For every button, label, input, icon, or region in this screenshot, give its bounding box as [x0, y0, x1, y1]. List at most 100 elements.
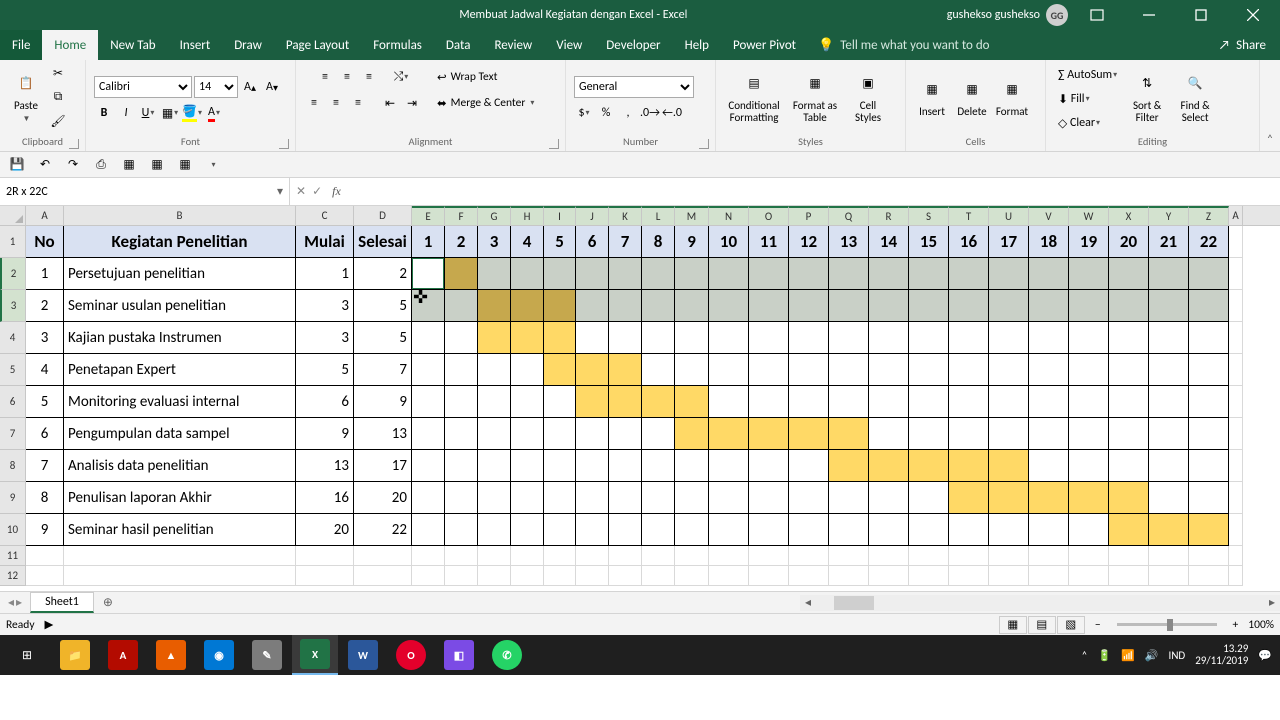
gantt-cell[interactable] — [544, 418, 576, 450]
gantt-cell[interactable] — [412, 322, 445, 354]
gantt-cell[interactable] — [749, 386, 789, 418]
empty-cell[interactable] — [829, 566, 869, 586]
name-box[interactable]: 2R x 22C▾ — [0, 178, 290, 205]
empty-cell[interactable] — [949, 566, 989, 586]
macro-record-icon[interactable]: ▶ — [45, 617, 54, 632]
row-header[interactable]: 4 — [0, 322, 26, 354]
empty-cell[interactable] — [1189, 546, 1229, 566]
day-header-cell[interactable]: 1 — [412, 226, 445, 258]
data-cell[interactable]: 20 — [296, 514, 354, 546]
row-header[interactable]: 11 — [0, 546, 26, 566]
gantt-cell[interactable] — [1069, 386, 1109, 418]
gantt-cell[interactable] — [869, 418, 909, 450]
gantt-cell[interactable] — [1149, 322, 1189, 354]
gantt-cell[interactable] — [869, 354, 909, 386]
gantt-cell[interactable] — [576, 322, 609, 354]
formula-input[interactable] — [351, 178, 1280, 205]
gantt-cell[interactable] — [949, 258, 989, 290]
gantt-cell[interactable] — [642, 450, 675, 482]
qat-button-1[interactable]: ⎙ — [90, 155, 112, 175]
gantt-cell[interactable] — [1029, 290, 1069, 322]
gantt-cell[interactable] — [789, 386, 829, 418]
gantt-cell[interactable] — [675, 450, 709, 482]
gantt-cell[interactable] — [445, 258, 478, 290]
gantt-cell[interactable] — [989, 450, 1029, 482]
paste-button[interactable]: 📋 Paste ▼ — [6, 62, 46, 132]
tell-me-search[interactable]: 💡 Tell me what you want to do — [808, 30, 1000, 60]
tab-review[interactable]: Review — [482, 30, 544, 60]
empty-cell[interactable] — [478, 546, 511, 566]
qat-button-3[interactable]: ▦ — [146, 155, 168, 175]
gantt-cell[interactable] — [909, 322, 949, 354]
column-header-I[interactable]: I — [544, 206, 576, 225]
gantt-cell[interactable] — [949, 450, 989, 482]
empty-cell[interactable] — [749, 566, 789, 586]
empty-cell[interactable] — [64, 566, 296, 586]
data-cell[interactable]: 9 — [26, 514, 64, 546]
avatar[interactable]: GG — [1046, 4, 1068, 26]
gantt-cell[interactable] — [869, 514, 909, 546]
gantt-cell[interactable] — [709, 290, 749, 322]
gantt-cell[interactable] — [789, 322, 829, 354]
percent-button[interactable]: % — [596, 102, 616, 124]
data-cell[interactable]: Seminar usulan penelitian — [64, 290, 296, 322]
column-header-D[interactable]: D — [354, 206, 412, 225]
table-header-cell[interactable]: Selesai — [354, 226, 412, 258]
empty-cell[interactable] — [445, 546, 478, 566]
gantt-cell[interactable] — [789, 258, 829, 290]
column-header-L[interactable]: L — [642, 206, 675, 225]
gantt-cell[interactable] — [749, 258, 789, 290]
gantt-cell[interactable] — [869, 482, 909, 514]
tab-developer[interactable]: Developer — [594, 30, 672, 60]
page-break-view-button[interactable]: ▧ — [1057, 616, 1085, 634]
gantt-cell[interactable] — [789, 514, 829, 546]
gantt-cell[interactable] — [789, 354, 829, 386]
column-header-S[interactable]: S — [909, 206, 949, 225]
gantt-cell[interactable] — [1189, 354, 1229, 386]
gantt-cell[interactable] — [949, 386, 989, 418]
data-cell[interactable]: 3 — [296, 322, 354, 354]
sheet-tab-1[interactable]: Sheet1 — [30, 592, 94, 613]
qat-more[interactable]: ▾ — [202, 155, 224, 175]
data-cell[interactable]: Penulisan laporan Akhir — [64, 482, 296, 514]
gantt-cell[interactable] — [749, 418, 789, 450]
gantt-cell[interactable] — [609, 418, 642, 450]
gantt-cell[interactable] — [789, 290, 829, 322]
gantt-cell[interactable] — [909, 418, 949, 450]
day-header-cell[interactable]: 17 — [989, 226, 1029, 258]
gantt-cell[interactable] — [989, 386, 1029, 418]
gantt-cell[interactable] — [1069, 290, 1109, 322]
italic-button[interactable]: I — [116, 102, 136, 124]
gantt-cell[interactable] — [576, 258, 609, 290]
empty-cell[interactable] — [749, 546, 789, 566]
column-header-N[interactable]: N — [709, 206, 749, 225]
gantt-cell[interactable] — [675, 386, 709, 418]
column-header-R[interactable]: R — [869, 206, 909, 225]
gantt-cell[interactable] — [829, 322, 869, 354]
add-sheet-button[interactable]: ⊕ — [98, 594, 118, 612]
gantt-cell[interactable] — [709, 258, 749, 290]
empty-cell[interactable] — [511, 546, 544, 566]
empty-cell[interactable] — [1229, 566, 1243, 586]
gantt-cell[interactable] — [709, 418, 749, 450]
row-header[interactable]: 7 — [0, 418, 26, 450]
gantt-cell[interactable] — [829, 386, 869, 418]
gantt-cell[interactable] — [1149, 354, 1189, 386]
cancel-formula-icon[interactable]: ✕ — [296, 184, 306, 199]
gantt-cell[interactable] — [642, 514, 675, 546]
sheet-nav-first-icon[interactable]: ◂ — [8, 595, 14, 610]
tab-view[interactable]: View — [544, 30, 594, 60]
align-left-button[interactable]: ≡ — [304, 92, 324, 114]
find-select-button[interactable]: 🔍Find & Select — [1171, 62, 1219, 132]
gantt-cell[interactable] — [478, 290, 511, 322]
empty-cell[interactable] — [789, 546, 829, 566]
data-cell[interactable]: 20 — [354, 482, 412, 514]
day-header-cell[interactable]: 18 — [1029, 226, 1069, 258]
day-header-cell[interactable]: 2 — [445, 226, 478, 258]
day-header-cell[interactable]: 7 — [609, 226, 642, 258]
cut-button[interactable]: ✂ — [48, 62, 68, 84]
acrobat-button[interactable]: A — [100, 635, 146, 675]
gantt-cell[interactable] — [1149, 482, 1189, 514]
day-header-cell[interactable]: 13 — [829, 226, 869, 258]
gantt-cell[interactable] — [478, 354, 511, 386]
